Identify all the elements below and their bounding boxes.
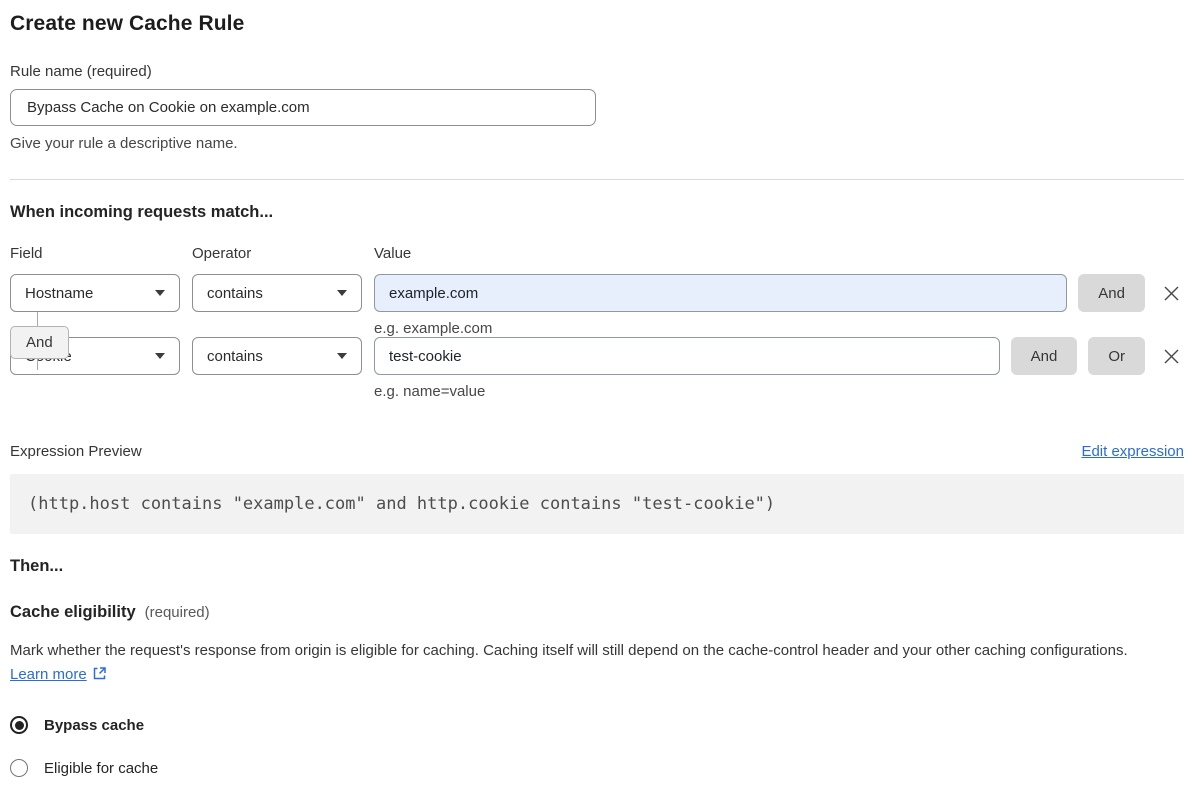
remove-row-2-button[interactable] — [1159, 344, 1184, 369]
match-rows: Hostname contains e.g. example.com And — [10, 274, 1184, 400]
close-icon — [1164, 349, 1179, 363]
value-column-1: e.g. example.com — [374, 274, 1068, 337]
rule-name-input[interactable] — [10, 89, 596, 126]
row-1-buttons: And — [1078, 274, 1184, 312]
radio-selected-icon[interactable] — [10, 716, 28, 734]
operator-column-label: Operator — [192, 245, 252, 262]
value-input-2[interactable] — [374, 337, 1000, 375]
operator-select-1[interactable]: contains — [192, 274, 362, 312]
expression-header: Expression Preview Edit expression — [10, 443, 1184, 460]
match-row-1: Hostname contains e.g. example.com And — [10, 274, 1184, 337]
and-button-row-2[interactable]: And — [1010, 337, 1078, 375]
chevron-down-icon — [337, 353, 347, 359]
external-link-icon — [92, 665, 107, 689]
radio-eligible-for-cache-label: Eligible for cache — [44, 759, 159, 777]
expression-code-block: (http.host contains "example.com" and ht… — [10, 474, 1184, 534]
and-connector-button[interactable]: And — [10, 326, 69, 359]
learn-more-label: Learn more — [10, 666, 87, 683]
operator-select-1-value: contains — [207, 284, 263, 302]
cache-eligibility-header: Cache eligibility (required) — [10, 603, 1184, 622]
and-button-row-1[interactable]: And — [1078, 274, 1145, 312]
close-icon — [1164, 286, 1179, 300]
field-select-1[interactable]: Hostname — [10, 274, 180, 312]
page-title: Create new Cache Rule — [10, 12, 245, 35]
chevron-down-icon — [155, 353, 165, 359]
value-column-label: Value — [374, 245, 412, 262]
radio-dot — [14, 720, 24, 730]
rule-name-helper: Give your rule a descriptive name. — [10, 135, 238, 152]
radio-unselected-icon[interactable] — [10, 759, 28, 777]
cache-eligibility-heading: Cache eligibility — [10, 603, 136, 621]
expression-preview-label: Expression Preview — [10, 443, 142, 460]
chevron-down-icon — [155, 290, 165, 296]
field-column-label: Field — [10, 245, 43, 262]
radio-eligible-for-cache[interactable]: Eligible for cache — [10, 759, 1184, 777]
section-divider — [10, 179, 1184, 180]
or-button-row-2[interactable]: Or — [1088, 337, 1145, 375]
operator-select-2[interactable]: contains — [192, 337, 362, 375]
operator-select-2-value: contains — [207, 347, 263, 365]
chevron-down-icon — [337, 290, 347, 296]
radio-bypass-cache[interactable]: Bypass cache — [10, 716, 1184, 734]
edit-expression-link[interactable]: Edit expression — [1081, 443, 1184, 460]
cache-eligibility-description: Mark whether the request's response from… — [10, 639, 1170, 689]
description-text: Mark whether the request's response from… — [10, 642, 1128, 659]
required-note: (required) — [144, 604, 210, 621]
create-cache-rule-page: Create new Cache Rule Rule name (require… — [0, 0, 1200, 797]
value-hint-2: e.g. name=value — [374, 383, 486, 400]
value-input-1[interactable] — [374, 274, 1068, 312]
then-heading: Then... — [10, 557, 64, 575]
field-select-1-value: Hostname — [25, 284, 94, 302]
value-column-2: e.g. name=value — [374, 337, 1000, 400]
match-row-2: Cookie contains e.g. name=value And Or — [10, 337, 1184, 400]
match-section-heading: When incoming requests match... — [10, 203, 274, 221]
value-hint-1: e.g. example.com — [374, 320, 493, 337]
rule-name-label: Rule name (required) — [10, 63, 152, 80]
expression-code: (http.host contains "example.com" and ht… — [28, 494, 776, 514]
radio-bypass-cache-label: Bypass cache — [44, 716, 145, 734]
match-column-labels: Field Operator Value — [10, 245, 1184, 262]
learn-more-link[interactable]: Learn more — [10, 666, 107, 683]
remove-row-1-button[interactable] — [1159, 281, 1184, 306]
row-2-buttons: And Or — [1010, 337, 1184, 375]
